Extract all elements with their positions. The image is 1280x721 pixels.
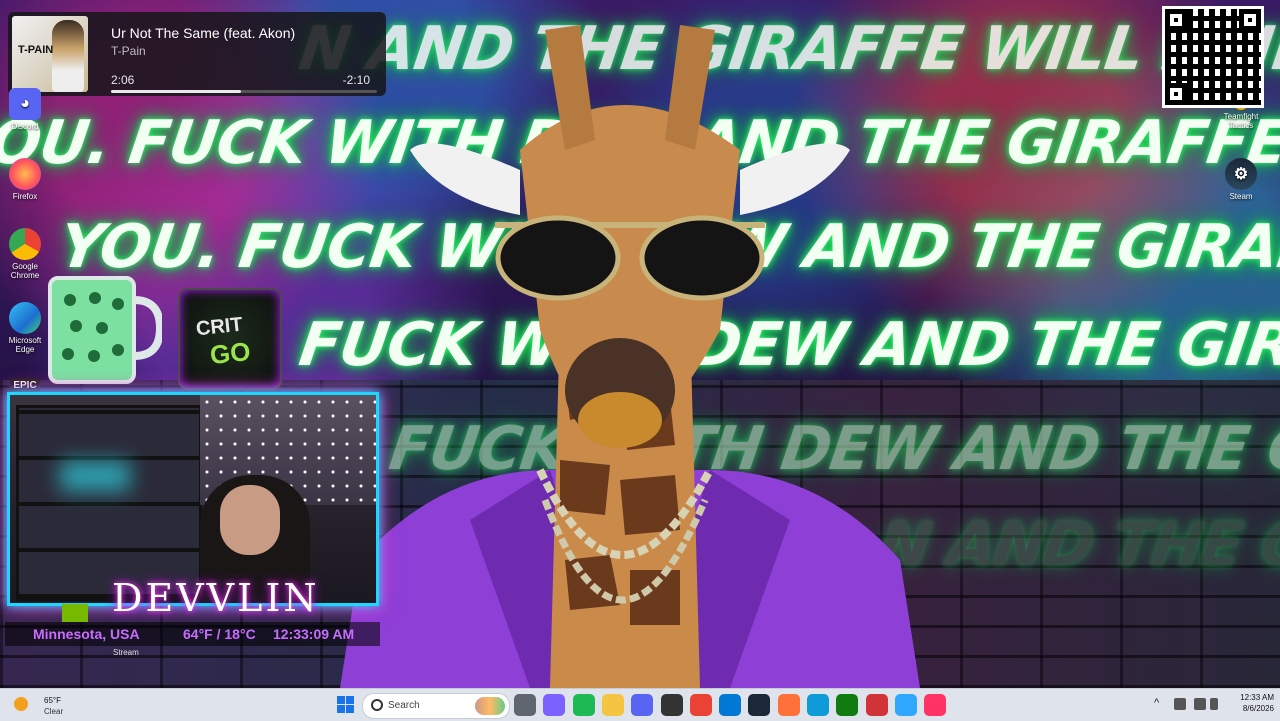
streamer-name: DEVVLIN [112, 576, 320, 620]
webcam-face [220, 485, 280, 555]
taskbar: 65°F Clear Search ^ 12:33 AM 8/6/2026 [0, 688, 1280, 721]
album-art-figure [52, 20, 84, 92]
overlay-temperature: 64°F / 18°C [183, 626, 256, 642]
search-highlight-icon [475, 697, 505, 715]
desktop-icon-discord[interactable]: ◕ Discord [0, 88, 50, 131]
song-title: Ur Not The Same (feat. Akon) [111, 25, 296, 41]
xbox-icon[interactable] [836, 694, 859, 716]
taskbar-weather-condition: Clear [44, 707, 64, 716]
clock-time: 12:33 AM [1240, 693, 1274, 702]
copilot-icon[interactable] [543, 694, 566, 716]
qr-finder-pattern [1165, 83, 1187, 105]
webcam-shelf [16, 405, 202, 601]
song-artist: T-Pain [111, 44, 146, 58]
windows-logo-icon [346, 696, 354, 704]
taskbar-search[interactable]: Search [362, 693, 510, 719]
discord-icon: ◕ [9, 88, 41, 120]
taskbar-weather-temp: 65°F [44, 696, 61, 705]
search-placeholder: Search [388, 700, 420, 711]
desktop-icon-steam[interactable]: ⚙ Steam [1216, 158, 1266, 201]
spotify-icon[interactable] [572, 694, 595, 716]
photoshop-icon[interactable] [894, 694, 917, 716]
qr-finder-pattern [1165, 9, 1187, 31]
overlay-weather-bar: Minnesota, USA 64°F / 18°C 12:33:09 AM [5, 622, 380, 646]
steam-icon[interactable] [748, 694, 771, 716]
playback-progress-fill [111, 90, 242, 93]
edge-icon [9, 302, 41, 334]
qr-code [1162, 6, 1264, 108]
snipping-tool-icon[interactable] [865, 694, 888, 716]
stream-label: Stream [113, 648, 139, 657]
chrome-icon[interactable] [689, 694, 712, 716]
crit-go-overlay: CRIT GO [178, 288, 282, 390]
start-button[interactable] [337, 696, 354, 713]
playback-progress-bar[interactable] [111, 90, 377, 93]
search-icon [371, 699, 383, 711]
discord-icon[interactable] [631, 694, 654, 716]
file-explorer-icon[interactable] [601, 694, 624, 716]
desktop-icon-label: Firefox [12, 192, 38, 201]
edge-icon[interactable] [807, 694, 829, 716]
store-icon[interactable] [719, 694, 742, 716]
overlay-clock: 12:33:09 AM [273, 626, 355, 642]
remaining-time: -2:10 [342, 73, 370, 87]
windows-logo-icon [337, 705, 345, 713]
desktop-icon-label: Teamfight Tactics [1223, 112, 1259, 130]
taskbar-clock[interactable]: 12:33 AM 8/6/2026 [1222, 692, 1274, 714]
task-view-icon[interactable] [514, 694, 536, 716]
clock-date: 8/6/2026 [1242, 704, 1274, 713]
desktop-icon-label: Discord [11, 122, 39, 131]
elapsed-time: 2:06 [111, 73, 135, 87]
album-art: T-PAIN [12, 16, 88, 92]
nvidia-icon [62, 604, 88, 622]
epic-games-icon: EPIC [10, 378, 40, 392]
album-art-title: T-PAIN [18, 44, 54, 56]
go-text: GO [208, 335, 252, 371]
taskbar-weather-widget[interactable]: 65°F Clear [10, 693, 70, 717]
qr-finder-pattern [1239, 9, 1261, 31]
media-player-widget[interactable]: T-PAIN Ur Not The Same (feat. Akon) T-Pa… [8, 12, 386, 96]
chrome-icon [9, 228, 41, 260]
steam-icon: ⚙ [1225, 158, 1257, 190]
desktop-icon-label: Steam [1229, 192, 1253, 201]
webcam-shelf-light [60, 461, 130, 491]
overlay-location: Minnesota, USA [33, 626, 140, 642]
windows-logo-icon [346, 705, 354, 713]
volume-icon[interactable] [1210, 698, 1218, 710]
webcam-feed [7, 392, 379, 606]
desktop-icon-firefox[interactable]: Firefox [0, 158, 50, 201]
windows-logo-icon [337, 696, 345, 704]
network-icon[interactable] [1194, 698, 1206, 710]
giraffe-illustration [340, 25, 920, 688]
microphone-icon[interactable] [1174, 698, 1186, 710]
weather-moon-icon [14, 697, 28, 711]
indesign-icon[interactable] [924, 694, 947, 716]
mug-overlay [48, 276, 162, 384]
show-hidden-icons[interactable]: ^ [1154, 697, 1159, 709]
firefox-icon[interactable] [777, 694, 800, 716]
firefox-icon [9, 158, 41, 190]
obs-icon[interactable] [660, 694, 683, 716]
